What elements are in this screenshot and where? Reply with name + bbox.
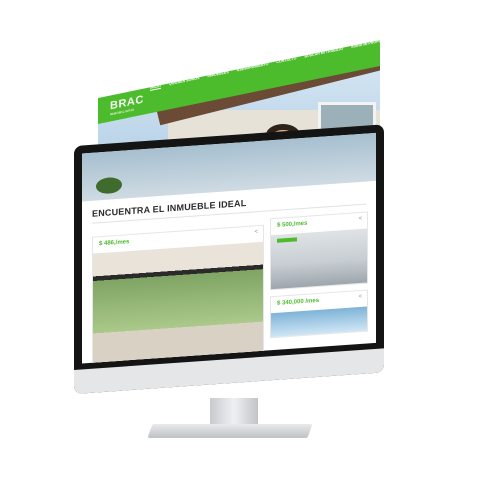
property-image[interactable] — [271, 306, 367, 338]
share-icon[interactable]: < — [254, 229, 258, 235]
monitor-stand-base — [147, 424, 313, 438]
card-price: $ 500,/mes — [277, 220, 308, 229]
property-card-1[interactable]: $ 486,/mes < — [92, 224, 264, 364]
property-image[interactable] — [93, 241, 263, 364]
share-icon[interactable]: < — [358, 294, 362, 300]
listing-heading: ENCUENTRA EL INMUEBLE IDEAL — [92, 197, 247, 219]
property-card-3[interactable]: $ 340,000 /mes < — [270, 289, 368, 339]
monitor: ENCUENTRA EL INMUEBLE IDEAL $ 486,/mes <… — [74, 124, 384, 394]
tree-shape — [96, 176, 122, 195]
card-price: $ 340,000 /mes — [277, 297, 320, 307]
screen-hero-strip — [82, 132, 376, 202]
property-card-2[interactable]: $ 500,/mes < — [270, 211, 368, 291]
monitor-screen: ENCUENTRA EL INMUEBLE IDEAL $ 486,/mes <… — [82, 132, 376, 364]
card-price: $ 486,/mes — [99, 239, 130, 248]
share-icon[interactable]: < — [358, 216, 362, 222]
